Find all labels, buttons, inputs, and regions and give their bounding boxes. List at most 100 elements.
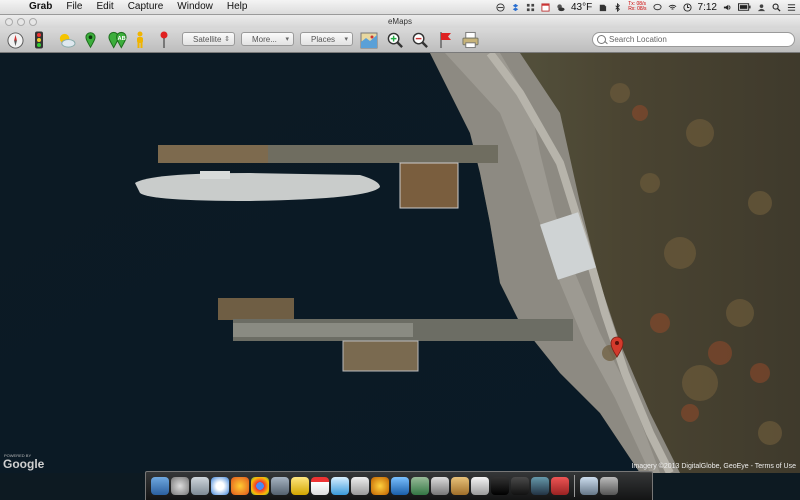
window-title: eMaps	[387, 17, 412, 26]
notes-icon[interactable]	[291, 477, 309, 495]
pin-button-green[interactable]	[84, 31, 96, 49]
volume-icon[interactable]	[723, 3, 732, 12]
clock[interactable]: 7:12	[698, 2, 717, 13]
launchpad-icon[interactable]	[171, 477, 189, 495]
satellite-imagery[interactable]	[0, 53, 800, 473]
chrome-icon[interactable]	[251, 477, 269, 495]
archive-utility-icon[interactable]	[451, 477, 469, 495]
dropbox-icon[interactable]	[511, 3, 520, 12]
floating-dock-lower	[342, 340, 419, 372]
weather-sun-cloud-icon	[59, 33, 75, 48]
places-dropdown-arrow-icon: ▾	[344, 36, 348, 43]
activity-monitor-icon[interactable]	[491, 477, 509, 495]
ibooks-icon[interactable]	[371, 477, 389, 495]
emaps-app-icon[interactable]	[551, 477, 569, 495]
safari-icon[interactable]	[211, 477, 229, 495]
map-attribution[interactable]: Imagery ©2013 DigitalGlobe, GeoEye - Ter…	[631, 463, 796, 470]
zoom-window-button[interactable]	[29, 18, 37, 26]
downloads-stack-icon[interactable]	[580, 477, 598, 495]
map-type-label: Satellite	[193, 35, 222, 44]
satellite-map[interactable]: POWERED BY Google Imagery ©2013 DigitalG…	[0, 53, 800, 473]
battery-icon[interactable]	[738, 3, 751, 11]
green-pin-icon	[84, 32, 96, 49]
user-icon[interactable]	[757, 3, 766, 12]
grab-app-icon[interactable]	[531, 477, 549, 495]
street-view-button[interactable]	[134, 31, 146, 49]
notification-center-icon[interactable]	[787, 3, 796, 12]
window-title-bar: eMaps	[0, 15, 800, 28]
preview-icon[interactable]	[351, 477, 369, 495]
menu-help[interactable]: Help	[220, 0, 255, 14]
updown-arrows-icon: ⇕	[224, 36, 230, 43]
toolbar: AB Satellite ⇕ More... ▾ Places ▾ Search Lo…	[0, 28, 800, 53]
wifi-icon[interactable]	[668, 3, 677, 12]
minimize-window-button[interactable]	[17, 18, 25, 26]
more-select[interactable]: More... ▾	[241, 32, 294, 46]
weather-icon[interactable]	[556, 3, 565, 12]
more-dropdown-arrow-icon: ▾	[285, 36, 289, 43]
calendar-icon[interactable]	[541, 2, 550, 12]
terminal-icon[interactable]	[511, 477, 529, 495]
grid-icon[interactable]	[526, 3, 535, 12]
window-controls	[5, 18, 37, 26]
search-location-placeholder: Search Location	[609, 35, 667, 44]
compass-button[interactable]	[6, 31, 24, 49]
map-view-button[interactable]	[360, 31, 378, 49]
mail-icon[interactable]	[271, 477, 289, 495]
menu-window[interactable]: Window	[170, 0, 220, 14]
menu-edit[interactable]: Edit	[89, 0, 120, 14]
red-pushpin-icon	[160, 31, 168, 48]
spotlight-icon[interactable]	[772, 3, 781, 12]
print-button[interactable]	[461, 31, 479, 49]
dock	[145, 471, 653, 500]
route-pins-icon: AB	[107, 31, 127, 49]
submarine-sail	[200, 171, 230, 179]
menu-app-name[interactable]: Grab	[22, 0, 59, 14]
finder-icon[interactable]	[151, 477, 169, 495]
firefox-icon[interactable]	[231, 477, 249, 495]
close-window-button[interactable]	[5, 18, 13, 26]
mission-control-icon[interactable]	[191, 477, 209, 495]
app-store-icon[interactable]	[391, 477, 409, 495]
map-image-icon	[360, 32, 378, 48]
search-icon	[597, 35, 606, 44]
search-location-field[interactable]: Search Location	[592, 32, 795, 47]
svg-text:AB: AB	[117, 36, 125, 42]
network-stats[interactable]: Tx: 08/s Rx: 08/s	[628, 2, 646, 12]
zoom-in-button[interactable]	[386, 31, 404, 49]
upper-pier-deck	[158, 145, 268, 163]
evernote-app-icon[interactable]	[411, 477, 429, 495]
trash-icon[interactable]	[600, 477, 618, 495]
textedit-icon[interactable]	[471, 477, 489, 495]
system-preferences-icon[interactable]	[431, 477, 449, 495]
drop-pin-button[interactable]	[158, 31, 170, 49]
zoom-out-button[interactable]	[411, 31, 429, 49]
evernote-icon[interactable]	[598, 3, 607, 12]
compass-icon	[6, 31, 24, 49]
map-type-select[interactable]: Satellite ⇕	[182, 32, 235, 46]
status-icon[interactable]	[496, 2, 505, 12]
route-button[interactable]: AB	[106, 31, 128, 49]
messages-icon[interactable]	[331, 477, 349, 495]
google-logo[interactable]: Google	[3, 457, 44, 471]
bluetooth-icon[interactable]	[613, 2, 622, 12]
pegman-icon	[137, 31, 143, 48]
printer-icon	[461, 31, 479, 49]
weather-button[interactable]	[56, 31, 76, 49]
zoom-in-icon	[387, 32, 403, 48]
bookmark-button[interactable]	[437, 31, 455, 49]
traffic-light-icon	[35, 31, 43, 49]
calendar-app-icon[interactable]	[311, 477, 329, 495]
traffic-button[interactable]	[33, 31, 45, 49]
places-label: Places	[311, 35, 336, 44]
menu-bar: Grab File Edit Capture Window Help 43°F …	[0, 0, 800, 15]
weather-temperature[interactable]: 43°F	[571, 2, 592, 13]
floating-dock-upper	[399, 162, 459, 209]
chat-icon[interactable]	[652, 3, 662, 12]
places-select[interactable]: Places ▾	[300, 32, 353, 46]
dock-separator	[574, 475, 575, 497]
more-label: More...	[252, 35, 277, 44]
menu-file[interactable]: File	[59, 0, 89, 14]
menu-capture[interactable]: Capture	[121, 0, 171, 14]
time-machine-icon[interactable]	[682, 2, 692, 12]
